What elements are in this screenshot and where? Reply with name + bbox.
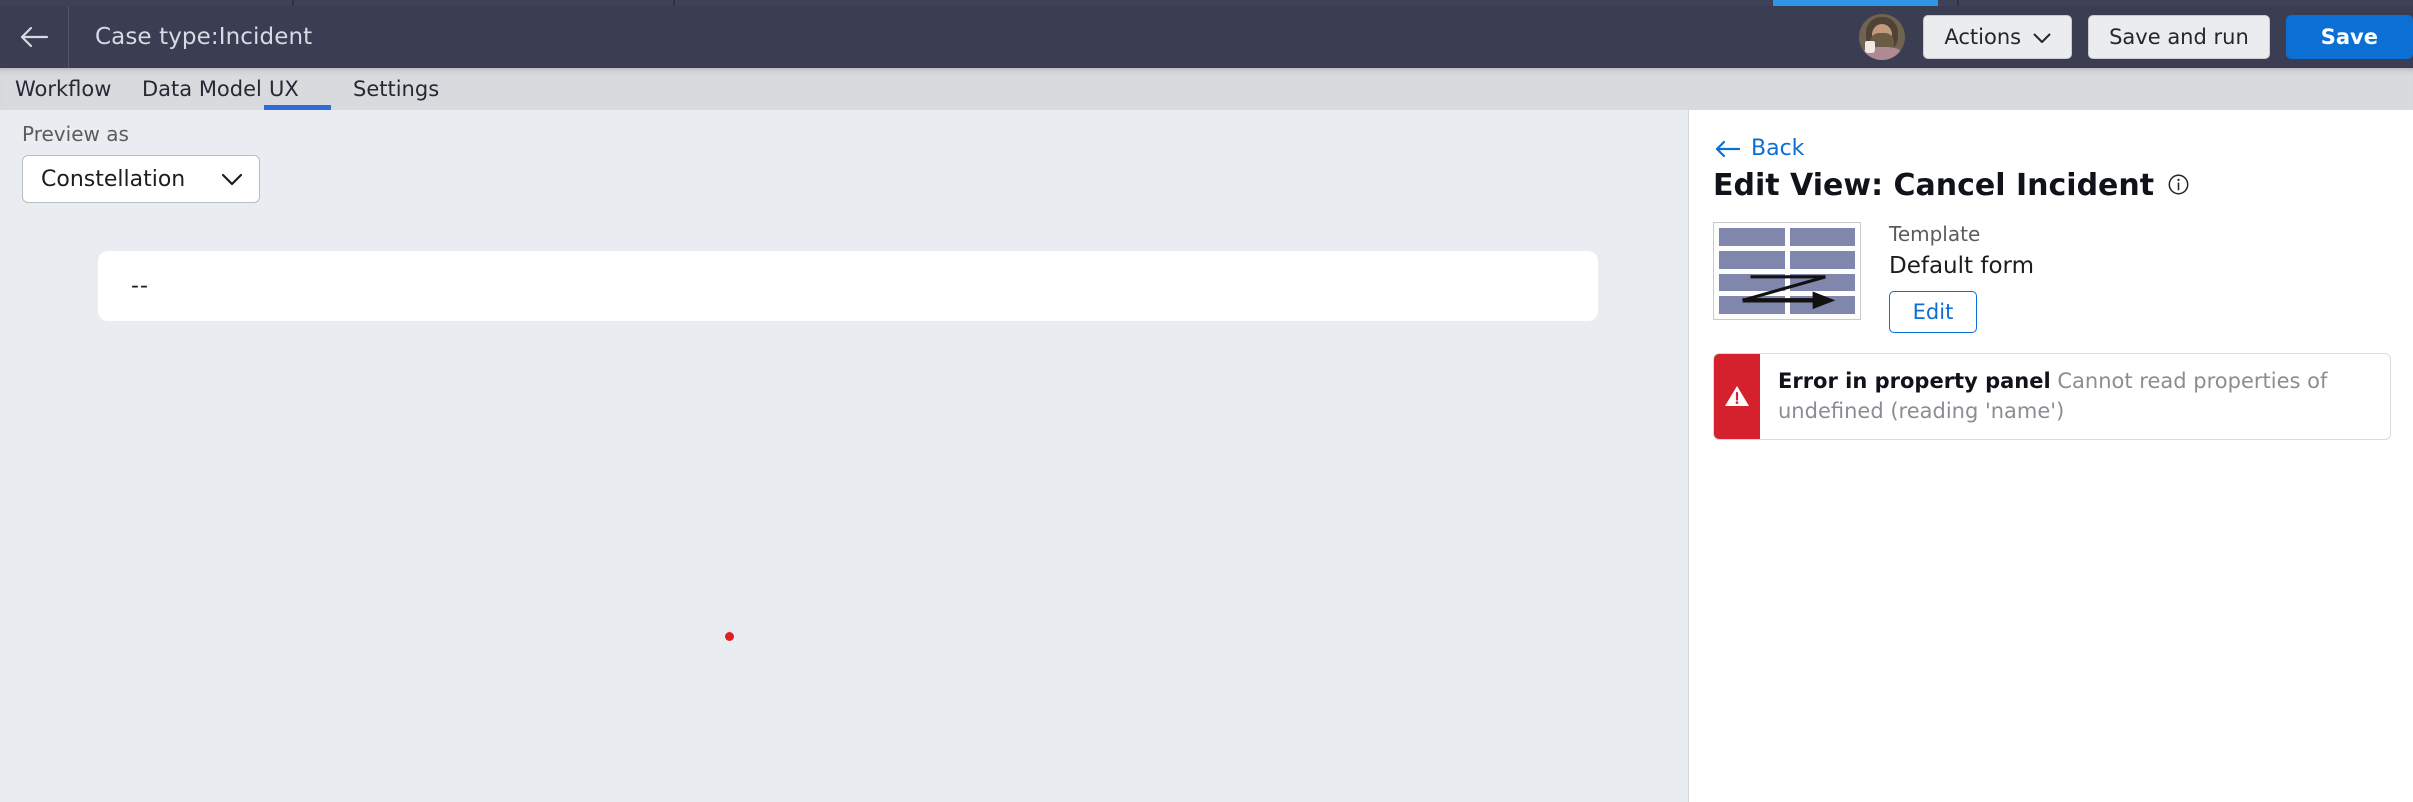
preview-as-select-value: Constellation (41, 166, 186, 192)
tab-workflow[interactable]: Workflow (15, 68, 112, 110)
edit-template-button[interactable]: Edit (1889, 290, 1977, 333)
tab-data-model[interactable]: Data Model (142, 68, 264, 110)
preview-form-card: -- (98, 251, 1598, 321)
panel-title-row: Edit View: Cancel Incident (1713, 168, 2189, 203)
thumbnail-bar (1719, 273, 1785, 292)
tab-underline-active (264, 105, 331, 110)
actions-button[interactable]: Actions (1923, 15, 2073, 59)
page-title: Edit View: Cancel Incident (1713, 168, 2155, 203)
preview-card-placeholder-text: -- (131, 273, 149, 299)
progress-segment-divider (673, 0, 675, 6)
template-thumbnail-grid (1719, 228, 1855, 314)
tab-underline (15, 105, 109, 110)
thumbnail-bar (1789, 228, 1855, 246)
error-banner: Error in property panel Cannot read prop… (1713, 353, 2391, 440)
thumbnail-bar (1789, 296, 1855, 314)
save-button[interactable]: Save (2285, 15, 2413, 59)
preview-as-label: Preview as (22, 122, 129, 146)
template-meta: Template Default form Edit (1889, 222, 2034, 333)
case-type-title: Case type:Incident (95, 24, 313, 50)
header-back-button[interactable] (0, 6, 68, 68)
property-panel: Back Edit View: Cancel Incident Template… (1688, 110, 2413, 802)
arrow-left-icon (19, 26, 49, 48)
header-divider (68, 6, 69, 68)
chevron-down-icon (221, 167, 243, 192)
error-banner-title: Error in property panel (1778, 369, 2051, 393)
progress-segment-divider (1957, 0, 1959, 6)
tab-data-model-label: Data Model (142, 77, 262, 101)
cursor-marker-dot (725, 632, 734, 641)
progress-segment-divider (292, 0, 294, 6)
thumbnail-bar (1789, 273, 1855, 292)
info-circle-icon[interactable] (2168, 168, 2189, 203)
error-banner-text: Error in property panel Cannot read prop… (1760, 354, 2390, 439)
template-thumbnail[interactable] (1713, 222, 1861, 320)
template-field-value: Default form (1889, 253, 2034, 279)
panel-back-link[interactable]: Back (1715, 136, 1804, 161)
thumbnail-bar (1719, 296, 1785, 314)
warning-triangle-icon (1714, 354, 1760, 439)
chevron-down-icon (2033, 25, 2051, 49)
thumbnail-bar (1719, 228, 1785, 246)
progress-active-segment (1773, 0, 1938, 6)
tab-underline (142, 105, 264, 110)
top-progress-strip (0, 0, 2413, 6)
main-content: Preview as Constellation -- Back Edit Vi… (0, 110, 2413, 802)
preview-as-select[interactable]: Constellation (22, 155, 260, 203)
tab-settings[interactable]: Settings (353, 68, 443, 110)
section-tabbar: Workflow Data Model UX Settings (0, 68, 2413, 110)
tab-underline (353, 105, 443, 110)
thumbnail-bar (1719, 250, 1785, 269)
save-and-run-button[interactable]: Save and run (2088, 15, 2270, 59)
template-field-label: Template (1889, 222, 1981, 246)
save-button-wrapper: Save (2285, 6, 2413, 68)
thumbnail-bar (1789, 250, 1855, 269)
avatar[interactable] (1859, 14, 1906, 60)
tab-workflow-label: Workflow (15, 77, 112, 101)
tab-ux-label: UX (269, 77, 299, 101)
arrow-left-icon (1715, 140, 1751, 158)
tab-ux[interactable]: UX (264, 68, 331, 110)
actions-button-label: Actions (1944, 25, 2022, 49)
preview-pane: Preview as Constellation -- (0, 110, 1688, 802)
template-section: Template Default form Edit (1713, 222, 2034, 333)
avatar-cup (1865, 41, 1876, 53)
tab-settings-label: Settings (353, 77, 440, 101)
panel-back-label: Back (1751, 136, 1805, 161)
app-header: Case type:Incident Actions Save and run … (0, 6, 2413, 68)
